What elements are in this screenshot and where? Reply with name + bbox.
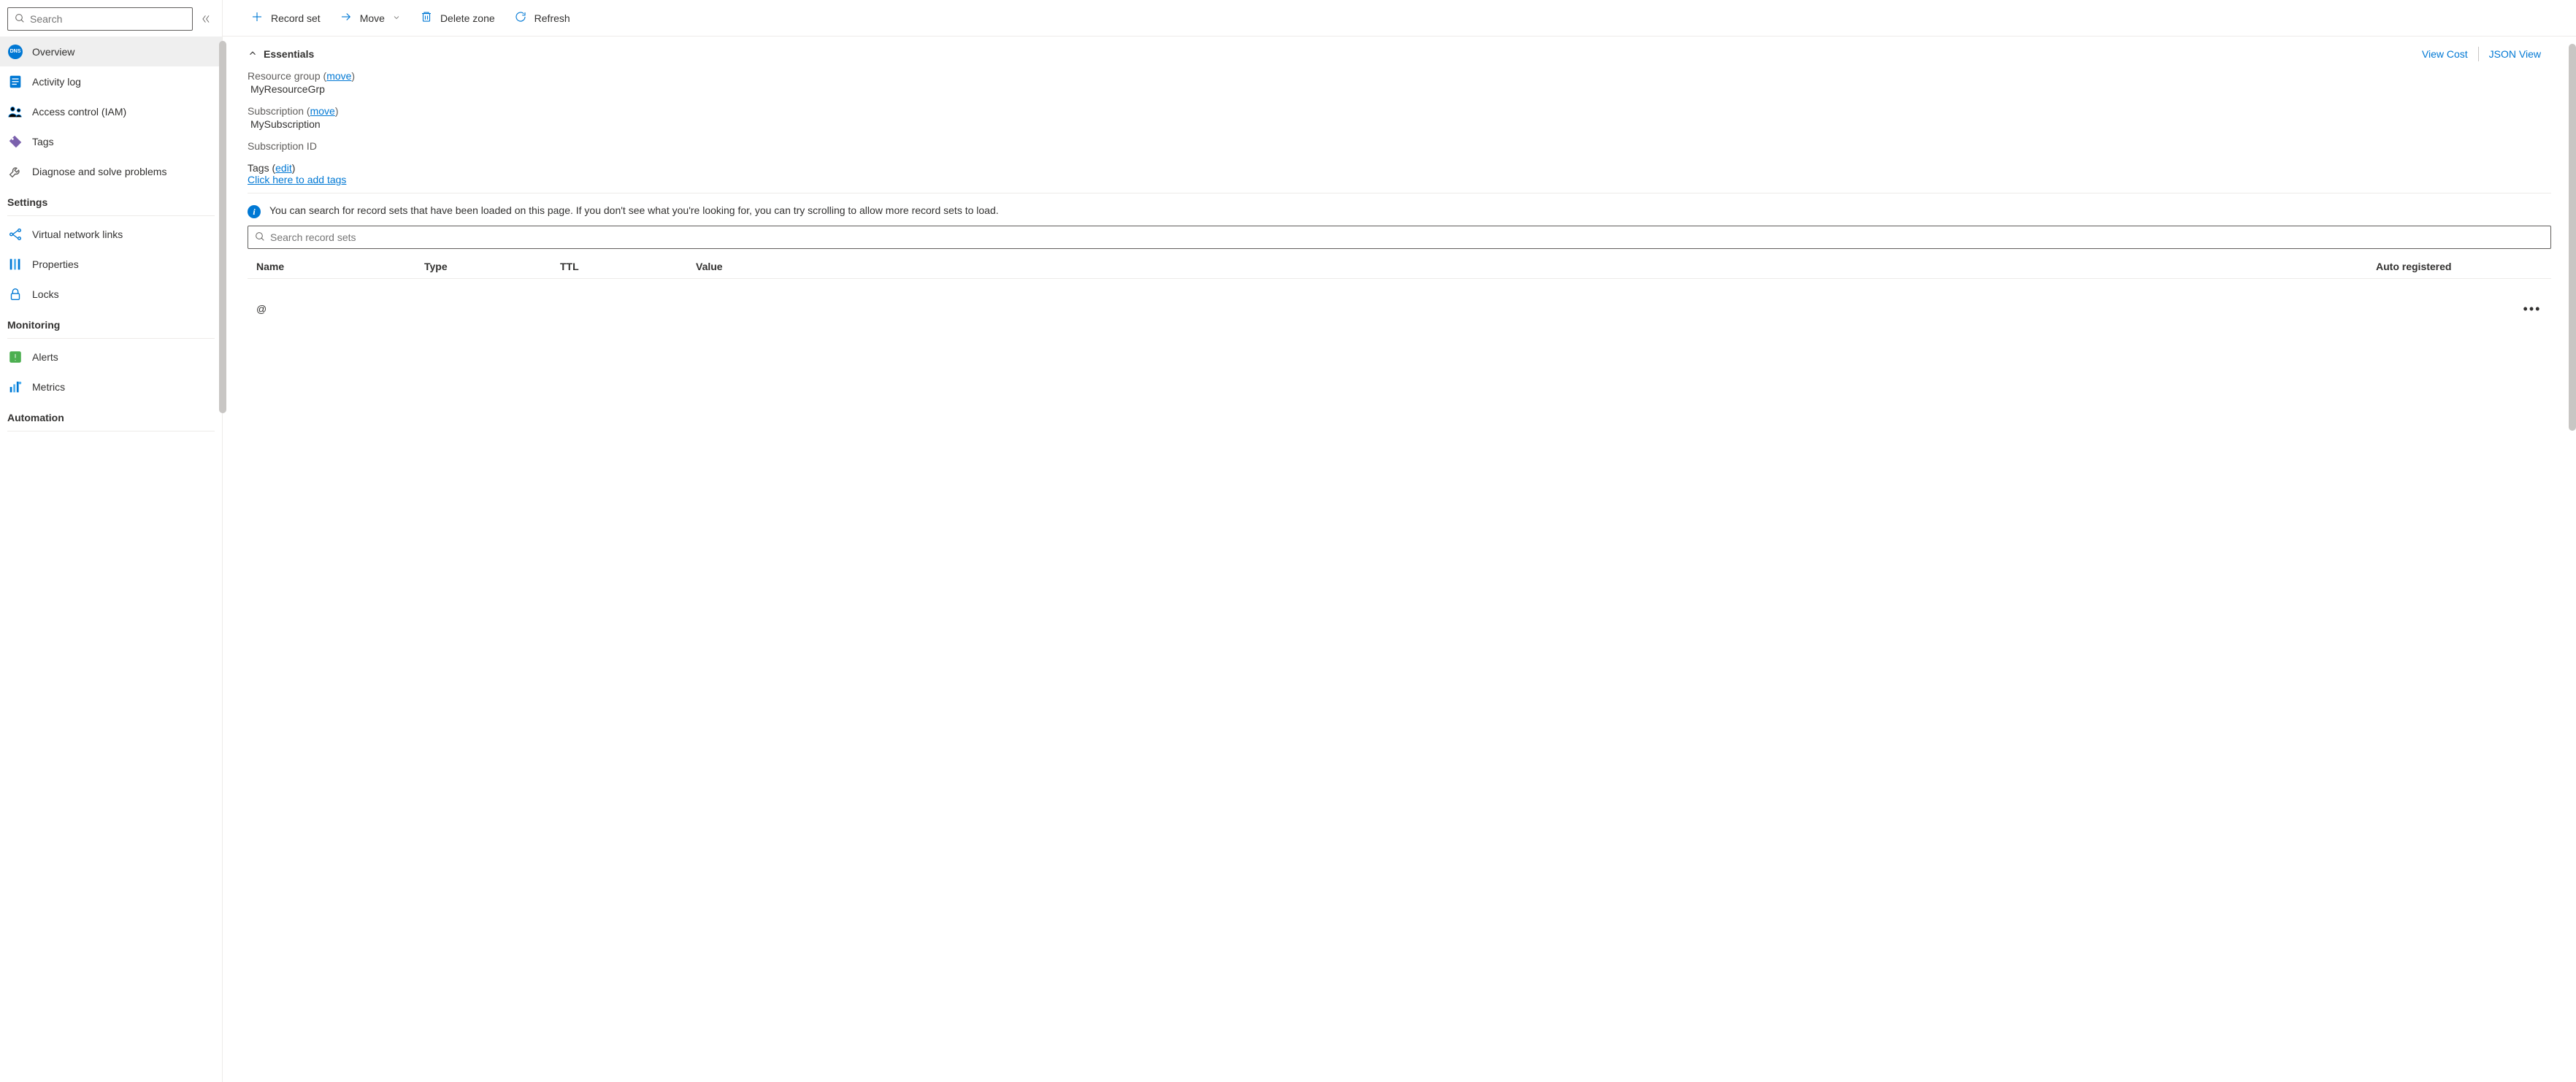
divider	[7, 215, 215, 216]
sidebar-item-label: Locks	[32, 288, 59, 300]
resource-group-label: Resource group	[248, 70, 321, 82]
main: Record set Move Delete zone Refresh Esse…	[223, 0, 2576, 1082]
view-cost-link[interactable]: View Cost	[2412, 48, 2478, 60]
records-table-header: Name Type TTL Value Auto registered	[248, 255, 2551, 279]
sidebar-item-label: Alerts	[32, 351, 58, 363]
record-set-button[interactable]: Record set	[248, 9, 323, 27]
trash-icon	[420, 10, 433, 26]
search-icon	[14, 12, 26, 26]
arrow-right-icon	[340, 10, 353, 26]
resource-group-move-link[interactable]: move	[326, 70, 351, 82]
delete-zone-button[interactable]: Delete zone	[417, 9, 498, 27]
activity-log-icon	[7, 74, 23, 90]
col-ttl[interactable]: TTL	[560, 261, 696, 272]
refresh-icon	[514, 10, 527, 26]
info-text: You can search for record sets that have…	[269, 204, 999, 218]
toolbar: Record set Move Delete zone Refresh	[223, 0, 2576, 37]
subscription-label: Subscription	[248, 105, 304, 117]
resource-group-value[interactable]: MyResourceGrp	[248, 83, 2551, 95]
essentials-links: View Cost JSON View	[2412, 47, 2551, 61]
collapse-sidebar-button[interactable]	[197, 10, 215, 28]
cell-name: @	[256, 303, 424, 315]
sidebar-item-label: Properties	[32, 258, 79, 270]
toolbar-label: Refresh	[534, 12, 570, 24]
subscription-value[interactable]: MySubscription	[248, 118, 2551, 130]
sidebar-item-access-control[interactable]: Access control (IAM)	[0, 96, 222, 126]
sidebar-item-alerts[interactable]: Alerts	[0, 342, 222, 372]
sidebar-item-label: Activity log	[32, 76, 81, 88]
access-control-icon	[7, 104, 23, 120]
table-row[interactable]: @ •••	[248, 279, 2551, 339]
search-icon	[254, 231, 266, 245]
info-icon: i	[248, 205, 261, 218]
vnet-links-icon	[7, 226, 23, 242]
field-tags: Tags (edit)	[248, 162, 2551, 174]
refresh-button[interactable]: Refresh	[511, 9, 573, 27]
sidebar-item-label: Metrics	[32, 381, 65, 393]
properties-icon	[7, 256, 23, 272]
toolbar-label: Move	[360, 12, 385, 24]
col-type[interactable]: Type	[424, 261, 560, 272]
field-resource-group: Resource group (move) MyResourceGrp	[248, 70, 2551, 95]
sidebar-search-input[interactable]	[30, 13, 186, 25]
col-name[interactable]: Name	[256, 261, 424, 272]
sidebar-section-settings: Settings	[0, 186, 222, 212]
sidebar-section-automation: Automation	[0, 402, 222, 428]
subscription-move-link[interactable]: move	[310, 105, 335, 117]
toolbar-label: Delete zone	[440, 12, 495, 24]
info-banner: i You can search for record sets that ha…	[248, 204, 2551, 218]
sidebar-item-locks[interactable]: Locks	[0, 279, 222, 309]
row-context-menu-button[interactable]: •••	[2522, 302, 2542, 317]
metrics-icon	[7, 379, 23, 395]
field-subscription: Subscription (move) MySubscription	[248, 105, 2551, 130]
move-button[interactable]: Move	[337, 9, 404, 27]
lock-icon	[7, 286, 23, 302]
dns-zone-icon: DNS	[7, 44, 23, 60]
json-view-link[interactable]: JSON View	[2479, 48, 2551, 60]
sidebar-item-overview[interactable]: DNS Overview	[0, 37, 222, 66]
divider	[7, 338, 215, 339]
alerts-icon	[7, 349, 23, 365]
col-value[interactable]: Value	[696, 261, 2376, 272]
sidebar-search[interactable]	[7, 7, 193, 31]
field-subscription-id: Subscription ID	[248, 140, 2551, 152]
tags-add-link[interactable]: Click here to add tags	[248, 174, 346, 185]
subscription-id-label: Subscription ID	[248, 140, 317, 152]
record-search-input[interactable]	[270, 231, 2545, 243]
sidebar: DNS Overview Activity log Access control…	[0, 0, 223, 1082]
wrench-icon	[7, 164, 23, 180]
content: Essentials View Cost JSON View Resource …	[223, 37, 2576, 1082]
chevron-up-icon	[248, 48, 258, 61]
plus-icon	[250, 10, 264, 26]
main-scrollbar[interactable]	[2569, 44, 2576, 431]
essentials-toggle[interactable]: Essentials	[248, 48, 314, 61]
essentials-title: Essentials	[264, 48, 314, 60]
sidebar-item-diagnose[interactable]: Diagnose and solve problems	[0, 156, 222, 186]
sidebar-item-tags[interactable]: Tags	[0, 126, 222, 156]
sidebar-item-label: Overview	[32, 46, 74, 58]
sidebar-item-label: Diagnose and solve problems	[32, 166, 166, 177]
col-auto[interactable]: Auto registered	[2376, 261, 2522, 272]
sidebar-item-label: Virtual network links	[32, 229, 123, 240]
sidebar-item-label: Access control (IAM)	[32, 106, 126, 118]
sidebar-section-monitoring: Monitoring	[0, 309, 222, 335]
tags-icon	[7, 134, 23, 150]
sidebar-item-vnet-links[interactable]: Virtual network links	[0, 219, 222, 249]
chevron-down-icon	[392, 12, 401, 24]
sidebar-item-metrics[interactable]: Metrics	[0, 372, 222, 402]
sidebar-item-activity-log[interactable]: Activity log	[0, 66, 222, 96]
tags-edit-link[interactable]: edit	[275, 162, 292, 174]
record-search[interactable]	[248, 226, 2551, 249]
tags-label: Tags	[248, 162, 269, 174]
toolbar-label: Record set	[271, 12, 321, 24]
sidebar-item-properties[interactable]: Properties	[0, 249, 222, 279]
sidebar-menu: DNS Overview Activity log Access control…	[0, 37, 222, 1082]
sidebar-item-label: Tags	[32, 136, 54, 147]
